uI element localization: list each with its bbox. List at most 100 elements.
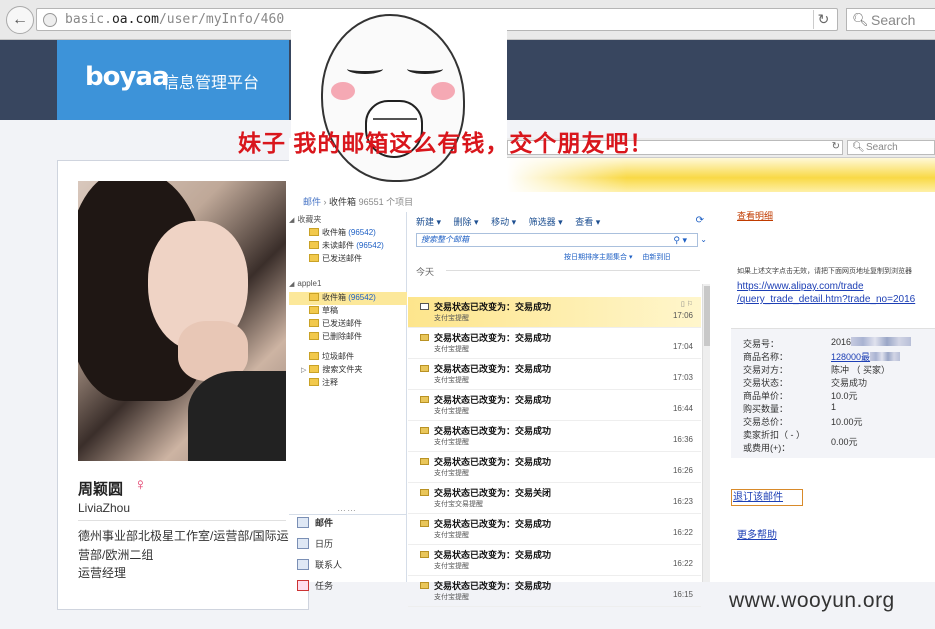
mail-subject: 交易状态已改变为：交易成功 (434, 395, 552, 405)
back-arrow-icon[interactable]: ← (6, 6, 34, 34)
mail-search-input[interactable]: 搜索整个邮箱 ⚲ ▾ ⌄ (416, 233, 707, 247)
folder-junk[interactable]: 垃圾邮件 (289, 351, 407, 364)
flag-icon[interactable]: ▯ ⚐ (681, 300, 693, 308)
trade-detail-row: 交易总价： 10.00元 (743, 415, 935, 428)
mail-time: 16:15 (672, 590, 693, 599)
mail-item[interactable]: 交易状态已改变为：交易关闭 支付宝交易提醒 16:23 (408, 483, 701, 514)
favorites-header[interactable]: ◢ 收藏夹 (289, 214, 407, 227)
folder-drafts[interactable]: 草稿 (289, 305, 407, 318)
trade-detail-row: 或费用(+)： (743, 441, 935, 454)
new-button[interactable]: 新建 ▾ (416, 217, 441, 227)
outlook-window: 邮件 › 收件箱 96551 个项目 ◢ 收藏夹 收件箱 (96542) 未读邮件… (289, 192, 715, 607)
folder-sent[interactable]: 已发送邮件 (289, 318, 407, 331)
tasks-icon (297, 580, 309, 591)
folder-unread[interactable]: 未读邮件 (96542) (289, 240, 407, 253)
detail-label: 购买数量： (743, 404, 789, 414)
mail-item[interactable]: 交易状态已改变为：交易成功 支付宝提醒 16:22 (408, 545, 701, 576)
profile-card: 周颖圆 ♀ LiviaZhou 德州事业部北极星工作室/运营部/国际运营部/欧洲… (57, 160, 309, 610)
folder-sent-fav[interactable]: 已发送邮件 (289, 253, 407, 266)
folder-inbox-fav[interactable]: 收件箱 (96542) (289, 227, 407, 240)
meme-caption: 妹子 我的邮箱这么有钱，交个朋友吧！ (238, 130, 654, 156)
folder-search-folders[interactable]: ▷ 搜索文件夹 (289, 364, 407, 377)
profile-english-name: LiviaZhou (78, 501, 131, 515)
alipay-trade-url[interactable]: https://www.alipay.com/trade /query_trad… (737, 280, 915, 306)
trade-details: 交易号： 2016 商品名称： 128000最 交易对方： 陈冲 （ 买家） 交易状态： 交易… (731, 328, 935, 458)
detail-label: 交易号： (743, 339, 780, 349)
globe-icon (43, 13, 57, 27)
mail-item[interactable]: 交易状态已改变为：交易成功 支付宝提醒 16:44 (408, 390, 701, 421)
detail-value: 2016 (831, 337, 912, 347)
folder-inbox[interactable]: 收件箱 (96542) (289, 292, 407, 305)
detail-value: 10.00元 (831, 417, 863, 427)
trade-detail-row: 交易对方： 陈冲 （ 买家） (743, 363, 935, 376)
refresh-icon[interactable]: ⟳ (696, 215, 704, 226)
mail-time: 16:26 (672, 466, 693, 475)
mail-toolbar: 新建 ▾ 删除 ▾ 移动 ▾ 筛选器 ▾ 查看 ▾ (416, 215, 610, 228)
envelope-icon (420, 334, 429, 341)
module-calendar[interactable]: 日历 (297, 535, 407, 553)
mail-time: 16:22 (672, 559, 693, 568)
envelope-icon (420, 458, 429, 465)
folder-deleted[interactable]: 已删除邮件 (289, 331, 407, 344)
profile-position: 运营经理 (78, 566, 127, 580)
mail-item[interactable]: 交易状态已改变为：交易成功 支付宝提醒 17:03 (408, 359, 701, 390)
module-contacts[interactable]: 联系人 (297, 556, 407, 574)
divider (78, 520, 286, 521)
scrollbar-thumb[interactable] (704, 286, 710, 346)
delete-button[interactable]: 删除 ▾ (454, 217, 479, 227)
inner-search-input: 🔍︎ Search (847, 140, 935, 155)
browser-search-input[interactable]: 🔍︎ Search (846, 8, 935, 31)
trade-detail-row: 交易状态： 交易成功 (743, 376, 935, 389)
envelope-icon (420, 365, 429, 372)
mail-time: 16:36 (672, 435, 693, 444)
view-button[interactable]: 查看 ▾ (575, 217, 600, 227)
list-scrollbar[interactable] (702, 284, 710, 582)
module-tasks[interactable]: 任务 (297, 577, 407, 595)
mail-subject: 交易状态已改变为：交易成功 (434, 426, 552, 436)
filter-button[interactable]: 筛选器 ▾ (529, 217, 563, 227)
search-icon[interactable]: ⚲ ▾ (673, 234, 687, 246)
search-placeholder: Search (871, 12, 916, 28)
logo[interactable]: boyaa 信息管理平台 (57, 40, 289, 120)
expand-icon[interactable]: ⌄ (700, 234, 707, 246)
redacted-item (870, 352, 901, 361)
reload-icon[interactable]: ↻ (813, 10, 833, 29)
unsubscribe-link[interactable]: 退订该邮件 (731, 489, 803, 506)
mail-sender: 支付宝提醒 (434, 346, 469, 353)
watermark: www.wooyun.org (729, 589, 895, 612)
folder-notes[interactable]: 注释 (289, 377, 407, 390)
calendar-icon (297, 538, 309, 549)
more-help-link[interactable]: 更多帮助 (737, 526, 777, 541)
mail-item[interactable]: 交易状态已改变为：交易成功 支付宝提醒 16:15 (408, 576, 701, 607)
move-button[interactable]: 移动 ▾ (491, 217, 516, 227)
logo-title: 信息管理平台 (163, 75, 260, 92)
sort-order-button[interactable]: 由新到旧 (642, 254, 670, 261)
mail-item[interactable]: 交易状态已改变为：交易成功 支付宝提醒 16:26 (408, 452, 701, 483)
alipay-note: 如果上述文字点击无效，请把下面网页地址复制到浏览器 (737, 268, 912, 275)
module-mail[interactable]: 邮件 (297, 514, 407, 532)
sort-by-button[interactable]: 按日期排序主题集合 ▾ (564, 254, 632, 261)
mail-sender: 支付宝提醒 (434, 532, 469, 539)
detail-value: 陈冲 （ 买家） (831, 365, 891, 375)
view-detail-link[interactable]: 查看明细 (737, 209, 773, 222)
mail-item[interactable]: 交易状态已改变为：交易成功 支付宝提醒 ▯ ⚐ 17:06 (408, 297, 701, 328)
account-header[interactable]: ◢ apple1 (289, 279, 407, 292)
detail-value[interactable]: 128000最 (831, 350, 901, 363)
meme-face-image (291, 10, 507, 192)
mail-time: 17:06 (672, 311, 693, 320)
mail-subject: 交易状态已改变为：交易成功 (434, 333, 552, 343)
more-dots-icon[interactable]: …… (337, 503, 357, 513)
checkbox-icon[interactable] (420, 303, 429, 310)
mail-time: 17:03 (672, 373, 693, 382)
mail-subject: 交易状态已改变为：交易成功 (434, 364, 552, 374)
logo-brand: boyaa (85, 62, 170, 92)
mail-icon (297, 517, 309, 528)
search-icon: 🔍︎ (852, 12, 869, 27)
mail-item[interactable]: 交易状态已改变为：交易成功 支付宝提醒 17:04 (408, 328, 701, 359)
mail-item[interactable]: 交易状态已改变为：交易成功 支付宝提醒 16:22 (408, 514, 701, 545)
envelope-icon (420, 396, 429, 403)
mail-item[interactable]: 交易状态已改变为：交易成功 支付宝提醒 16:36 (408, 421, 701, 452)
divider (446, 270, 700, 271)
envelope-icon (420, 489, 429, 496)
redacted-trade-no (851, 337, 912, 346)
